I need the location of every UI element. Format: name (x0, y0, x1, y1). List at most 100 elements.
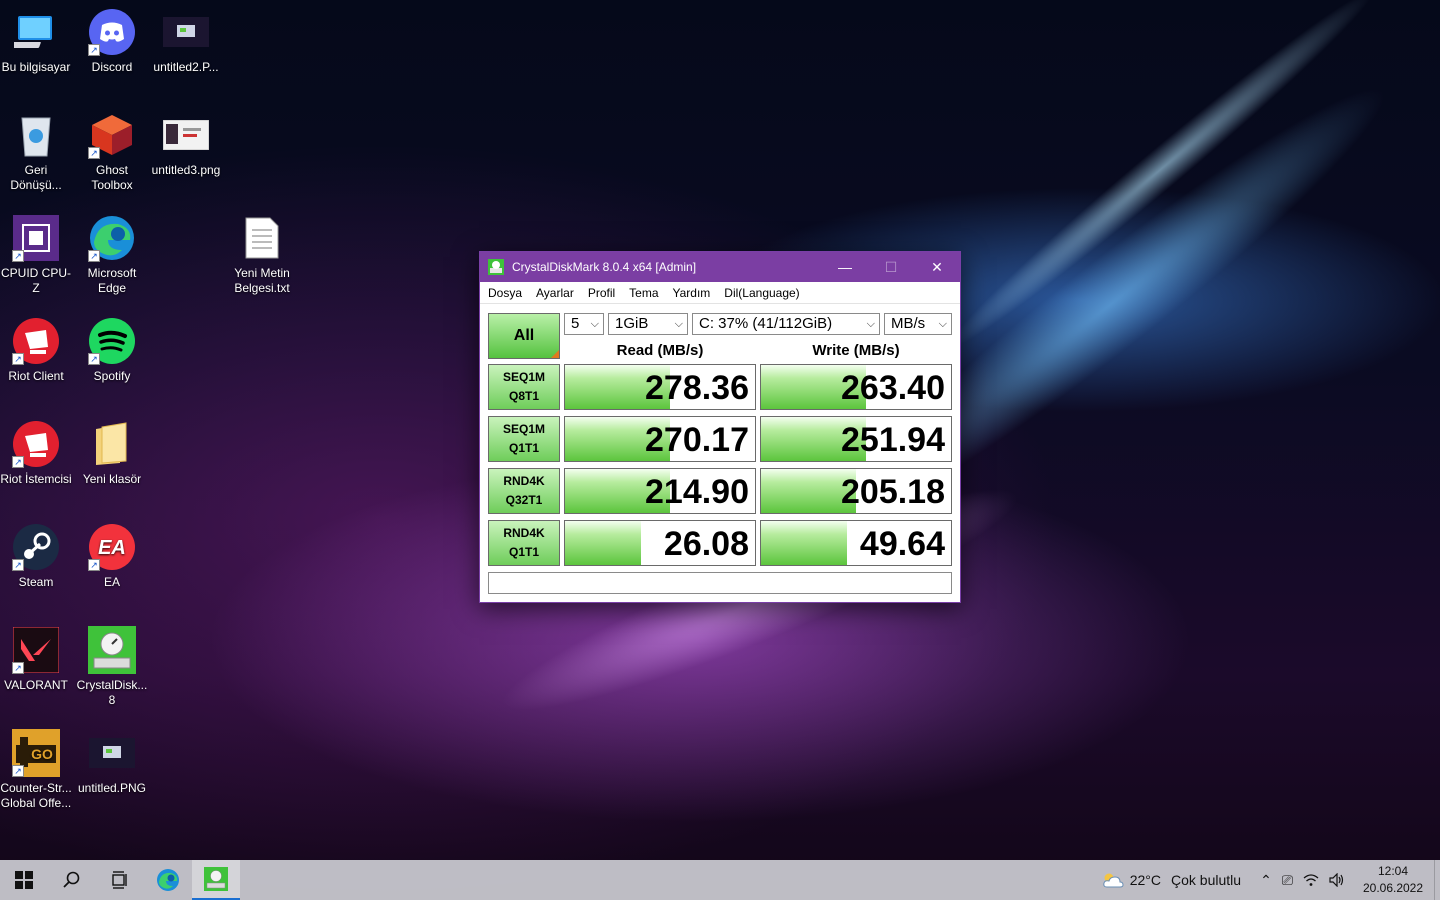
wifi-icon[interactable] (1303, 873, 1319, 887)
count-select[interactable]: 5 ⌵ (564, 313, 604, 335)
image-file-icon (162, 8, 210, 56)
start-button[interactable] (0, 860, 48, 900)
text-file-icon (238, 214, 286, 262)
test-button-rnd4k-q32t1[interactable]: RND4K Q32T1 (488, 468, 560, 514)
task-view-button[interactable] (96, 860, 144, 900)
count-value: 5 (571, 315, 580, 332)
chevron-up-icon[interactable]: ⌃ (1260, 872, 1272, 889)
app-icon (488, 259, 504, 275)
desktop-icon-crystaldiskmark[interactable]: CrystalDisk... 8 (74, 626, 150, 708)
desktop-icon-ghost-toolbox[interactable]: ↗ Ghost Toolbox (74, 111, 150, 193)
write-value: 49.64 (859, 525, 945, 563)
riot-client-icon: ↗ (12, 317, 60, 365)
desktop-icon-csgo[interactable]: GO ↗ Counter-Str... Global Offe... (0, 729, 74, 811)
search-button[interactable] (48, 860, 96, 900)
desktop-icon-riot-istemcisi[interactable]: ↗ Riot İstemcisi (0, 420, 74, 487)
desktop-icon-untitled[interactable]: untitled.PNG (74, 729, 150, 796)
test-name: RND4K (503, 526, 545, 540)
volume-icon[interactable] (1329, 873, 1345, 887)
minimize-button[interactable]: — (822, 252, 868, 282)
test-name: SEQ1M (502, 370, 545, 384)
icon-label: Counter-Str... Global Offe... (0, 781, 72, 810)
task-view-icon (112, 871, 127, 889)
desktop-icon-spotify[interactable]: ↗ Spotify (74, 317, 150, 384)
taskbar-crystaldiskmark[interactable] (192, 860, 240, 900)
desktop-icon-this-pc[interactable]: Bu bilgisayar (0, 8, 74, 75)
crystaldiskmark-window[interactable]: CrystalDiskMark 8.0.4 x64 [Admin] — ☐ ✕ … (479, 251, 961, 603)
icon-label: untitled3.png (151, 163, 221, 177)
menu-file[interactable]: Dosya (481, 286, 529, 300)
read-value: 270.17 (645, 421, 749, 459)
drive-select[interactable]: C: 37% (41/112GiB) ⌵ (692, 313, 880, 335)
chevron-down-icon: ⌵ (938, 318, 947, 330)
menu-settings[interactable]: Ayarlar (529, 286, 581, 300)
crystaldiskmark-icon (88, 626, 136, 674)
icon-label: EA (103, 575, 120, 589)
ea-icon: EA ↗ (88, 523, 136, 571)
icon-label: Yeni klasör (82, 472, 142, 486)
ghost-toolbox-icon: ↗ (88, 111, 136, 159)
icon-label: Microsoft Edge (87, 266, 137, 295)
write-value: 263.40 (841, 369, 945, 407)
all-button[interactable]: All (488, 313, 560, 359)
desktop-icon-discord[interactable]: ↗ Discord (74, 8, 150, 75)
icon-label: untitled2.P... (153, 60, 219, 74)
read-result-cell: 270.17 (564, 416, 756, 462)
desktop-icon-text-file[interactable]: Yeni Metin Belgesi.txt (224, 214, 300, 296)
menu-profile[interactable]: Profil (581, 286, 622, 300)
clock[interactable]: 12:04 20.06.2022 (1356, 863, 1430, 897)
desktop-icon-cpuz[interactable]: ↗ CPUID CPU-Z (0, 214, 74, 296)
csgo-icon: GO ↗ (12, 729, 60, 777)
size-select[interactable]: 1GiB ⌵ (608, 313, 688, 335)
desktop-icon-riot-client[interactable]: ↗ Riot Client (0, 317, 74, 384)
desktop-icon-ea[interactable]: EA ↗ EA (74, 523, 150, 590)
show-desktop-button[interactable] (1434, 860, 1440, 900)
shortcut-arrow-icon: ↗ (12, 662, 24, 674)
test-button-seq1m-q1t1[interactable]: SEQ1M Q1T1 (488, 416, 560, 462)
unit-select[interactable]: MB/s ⌵ (884, 313, 952, 335)
icon-label: VALORANT (4, 678, 68, 692)
desktop-icon-recycle-bin[interactable]: Geri Dönüşü... (0, 111, 74, 193)
temperature[interactable]: 22°C (1130, 872, 1161, 888)
recycle-bin-icon (12, 111, 60, 159)
write-header: Write (MB/s) (812, 342, 900, 359)
desktop-icon-new-folder[interactable]: Yeni klasör (74, 420, 150, 487)
maximize-button[interactable]: ☐ (868, 252, 914, 282)
icon-label: Riot Client (8, 369, 64, 383)
test-params: Q1T1 (508, 441, 539, 455)
taskbar-edge[interactable] (144, 860, 192, 900)
test-button-seq1m-q8t1[interactable]: SEQ1M Q8T1 (488, 364, 560, 410)
icon-label: Steam (18, 575, 54, 589)
chevron-down-icon: ⌵ (674, 318, 683, 330)
meet-now-icon[interactable]: ⎚ (1282, 872, 1293, 889)
result-bar (761, 521, 847, 565)
all-button-label: All (513, 327, 535, 344)
desktop-icon-valorant[interactable]: ↗ VALORANT (0, 626, 74, 693)
size-value: 1GiB (615, 315, 649, 332)
icon-label: Yeni Metin Belgesi.txt (234, 266, 290, 295)
close-button[interactable]: ✕ (914, 252, 960, 282)
menu-language[interactable]: Dil(Language) (717, 286, 806, 300)
icon-label: untitled.PNG (77, 781, 147, 795)
title-bar[interactable]: CrystalDiskMark 8.0.4 x64 [Admin] — ☐ ✕ (480, 252, 960, 282)
icon-label: CrystalDisk... 8 (76, 678, 148, 707)
clock-date: 20.06.2022 (1362, 881, 1424, 895)
read-value: 26.08 (663, 525, 749, 563)
edge-icon (157, 869, 179, 891)
desktop-icon-untitled2[interactable]: untitled2.P... (148, 8, 224, 75)
menu-theme[interactable]: Tema (622, 286, 665, 300)
riot-client-icon: ↗ (12, 420, 60, 468)
menu-help[interactable]: Yardım (666, 286, 718, 300)
chevron-down-icon: ⌵ (590, 318, 599, 330)
write-value: 251.94 (841, 421, 945, 459)
test-button-rnd4k-q1t1[interactable]: RND4K Q1T1 (488, 520, 560, 566)
desktop-icon-untitled3[interactable]: untitled3.png (148, 111, 224, 178)
desktop-icon-edge[interactable]: ↗ Microsoft Edge (74, 214, 150, 296)
desktop-icon-steam[interactable]: ↗ Steam (0, 523, 74, 590)
weather-condition[interactable]: Çok bulutlu (1171, 872, 1241, 888)
shortcut-arrow-icon: ↗ (88, 559, 100, 571)
read-result-cell: 214.90 (564, 468, 756, 514)
read-result-cell: 26.08 (564, 520, 756, 566)
comment-input[interactable] (488, 572, 952, 594)
unit-value: MB/s (891, 315, 926, 332)
